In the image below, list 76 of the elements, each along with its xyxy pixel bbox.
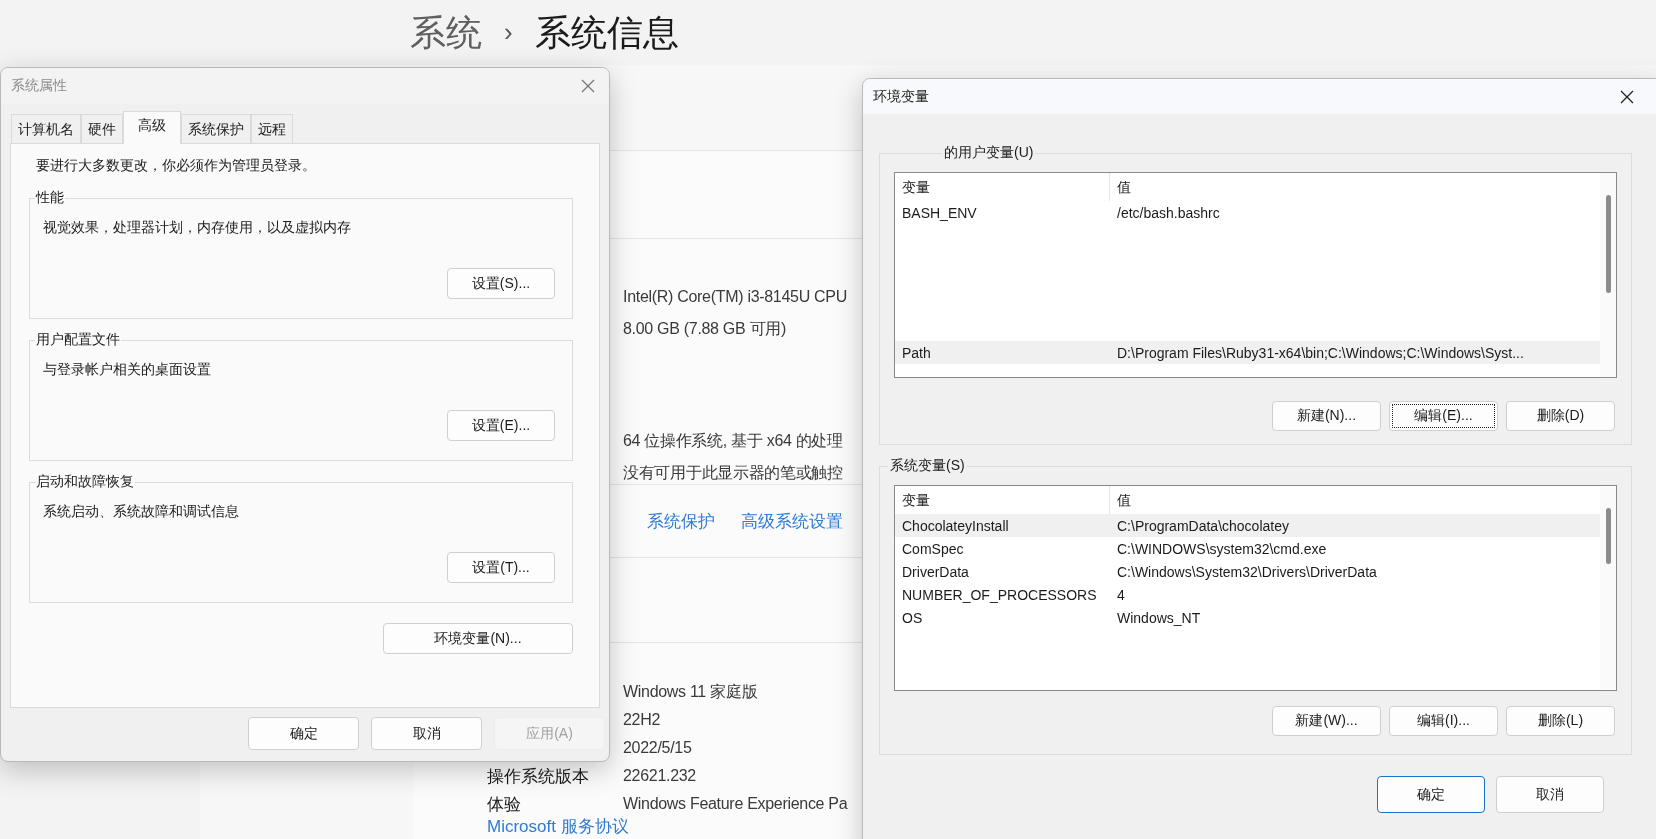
variable-name: OS (901, 609, 924, 626)
breadcrumb-separator: › (504, 17, 513, 48)
scrollbar-thumb[interactable] (1605, 508, 1611, 564)
spec-value: 22621.232 (623, 766, 696, 786)
spec-label: 操作系统版本 (486, 765, 590, 788)
spec-value: 8.00 GB (7.88 GB 可用) (623, 319, 786, 339)
group-label: 用户配置文件 (35, 331, 121, 349)
variable-value: C:\Windows\System32\Drivers\DriverData (1116, 563, 1378, 580)
page-title: 系统信息 (534, 14, 679, 51)
agreement-link[interactable]: Microsoft 服务协议 (487, 817, 629, 836)
settings-link[interactable]: 高级系统设置 (741, 509, 843, 533)
group-label: 启动和故障恢复 (35, 473, 135, 491)
spec-value: 没有可用于此显示器的笔或触控 (623, 463, 843, 483)
settings-button[interactable]: 设置(S)... (447, 268, 555, 299)
dialog-button[interactable]: 取消 (371, 717, 482, 750)
variable-value: 4 (1116, 586, 1126, 603)
scrollbar[interactable] (1600, 173, 1616, 377)
group-description: 与登录帐户相关的桌面设置 (43, 361, 212, 379)
variable-button[interactable]: 删除(L) (1506, 706, 1615, 736)
variable-button[interactable]: 删除(D) (1506, 401, 1615, 431)
tab[interactable]: 计算机名 (11, 114, 81, 143)
variable-value: /etc/bash.bashrc (1116, 204, 1221, 221)
column-header[interactable]: 变量 (895, 173, 1110, 201)
variable-button[interactable]: 新建(W)... (1272, 706, 1381, 736)
group-label: 的用户变量(U) (943, 144, 1035, 162)
column-header[interactable]: 值 (1110, 173, 1600, 201)
column-header[interactable]: 值 (1110, 486, 1600, 514)
variable-name: Path (901, 344, 932, 361)
environment-variables-button[interactable]: 环境变量(N)... (383, 623, 573, 654)
scrollbar[interactable] (1600, 486, 1616, 690)
variable-name: BASH_ENV (901, 204, 978, 221)
variable-name: DriverData (901, 563, 970, 580)
window-title: 系统属性 (11, 77, 67, 95)
spec-value: Windows Feature Experience Pa (623, 794, 848, 814)
variable-row[interactable]: NUMBER_OF_PROCESSORS 4 (895, 583, 1600, 606)
close-icon[interactable] (1620, 89, 1634, 104)
variable-row[interactable]: DriverData C:\Windows\System32\Drivers\DriverData (895, 560, 1600, 583)
variable-value: C:\ProgramData\chocolatey (1116, 517, 1290, 534)
spec-value: Windows 11 家庭版 (623, 682, 758, 702)
variable-row[interactable]: ChocolateyInstall C:\ProgramData\chocolatey (895, 514, 1600, 537)
admin-notice: 要进行大多数更改，你必须作为管理员登录。 (35, 157, 317, 175)
spec-value: Intel(R) Core(TM) i3-8145U CPU (623, 287, 847, 307)
spec-value: 2022/5/15 (623, 738, 692, 758)
dialog-button[interactable]: 确定 (1377, 776, 1485, 813)
variable-button[interactable]: 新建(N)... (1272, 401, 1381, 431)
dialog-button[interactable]: 确定 (248, 717, 359, 750)
variable-row[interactable]: OS Windows_NT (895, 606, 1600, 629)
group-description: 视觉效果，处理器计划，内存使用，以及虚拟内存 (43, 219, 352, 237)
tab[interactable]: 远程 (251, 114, 293, 143)
variable-button[interactable]: 编辑(I)... (1389, 706, 1498, 736)
group-label: 系统变量(S) (889, 457, 966, 475)
tab[interactable]: 系统保护 (181, 114, 251, 143)
variable-value: D:\Program Files\Ruby31-x64\bin;C:\Windows;C:\Windows\Syst... (1116, 344, 1525, 361)
tab[interactable]: 高级 (123, 111, 181, 144)
variable-value: Windows_NT (1116, 609, 1202, 626)
scrollbar-thumb[interactable] (1605, 195, 1611, 293)
dialog-button[interactable]: 取消 (1496, 776, 1604, 813)
variable-value: C:\WINDOWS\system32\cmd.exe (1116, 540, 1328, 557)
tab[interactable]: 硬件 (81, 114, 123, 143)
variable-button[interactable]: 编辑(E)... (1389, 401, 1498, 431)
settings-button[interactable]: 设置(E)... (447, 410, 555, 441)
spec-value: 64 位操作系统, 基于 x64 的处理 (623, 431, 843, 451)
variable-row[interactable]: ComSpec C:\WINDOWS\system32\cmd.exe (895, 537, 1600, 560)
settings-link[interactable]: 系统保护 (647, 509, 715, 533)
variable-name: NUMBER_OF_PROCESSORS (901, 586, 1098, 603)
variable-row[interactable]: BASH_ENV /etc/bash.bashrc (895, 201, 1600, 224)
variable-name: ChocolateyInstall (901, 517, 1010, 534)
breadcrumb-parent[interactable]: 系统 (410, 14, 482, 51)
settings-button[interactable]: 设置(T)... (447, 552, 555, 583)
group-description: 系统启动、系统故障和调试信息 (43, 503, 240, 521)
variable-name: ComSpec (901, 540, 965, 557)
spec-value: 22H2 (623, 710, 661, 730)
group-label: 性能 (35, 189, 65, 207)
window-title: 环境变量 (873, 87, 929, 106)
variable-row[interactable]: Path D:\Program Files\Ruby31-x64\bin;C:\Windows;C:\Windows\Syst... (895, 341, 1600, 364)
spec-label: 体验 (486, 793, 522, 816)
